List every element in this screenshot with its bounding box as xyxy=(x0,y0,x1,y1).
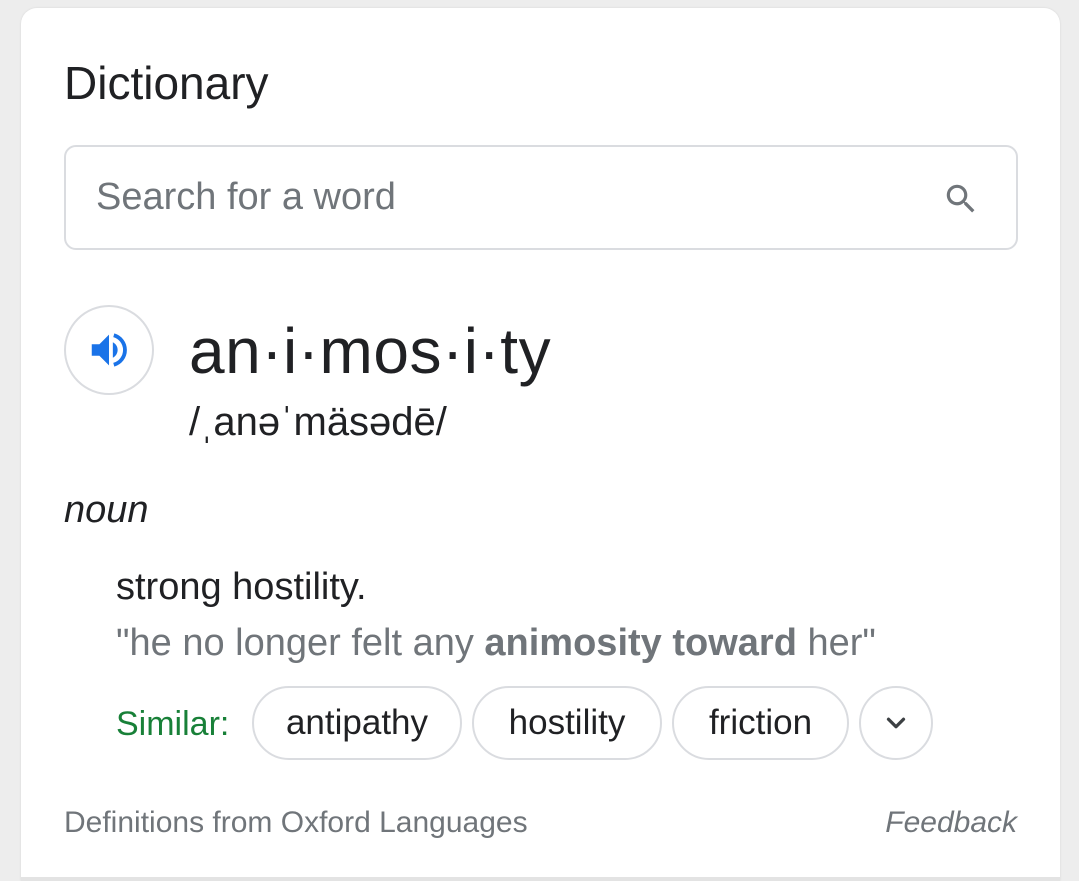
part-of-speech: noun xyxy=(64,489,149,531)
similar-chip-friction[interactable]: friction xyxy=(672,686,849,760)
definitions-source: Definitions from Oxford Languages xyxy=(64,806,528,839)
volume-icon xyxy=(91,333,127,367)
phonetic-spelling: /ˌanəˈmäsədē/ xyxy=(189,400,447,444)
search-input[interactable] xyxy=(96,147,916,248)
definition-text: strong hostility. xyxy=(116,566,367,608)
example-prefix: "he no longer felt any xyxy=(116,622,485,664)
card-divider xyxy=(21,877,1060,881)
search-icon[interactable] xyxy=(942,180,980,218)
example-sentence: "he no longer felt any animosity toward … xyxy=(116,622,876,665)
example-highlight: animosity toward xyxy=(484,622,797,664)
card-title: Dictionary xyxy=(64,57,269,109)
similar-chip-antipathy[interactable]: antipathy xyxy=(252,686,462,760)
feedback-link[interactable]: Feedback xyxy=(885,806,1017,840)
similar-chip-hostility[interactable]: hostility xyxy=(472,686,662,760)
chevron-down-icon xyxy=(886,717,906,729)
dictionary-card: Dictionary an·i·mos·i·ty /ˌanəˈmäsədē/ n… xyxy=(21,8,1060,881)
expand-similar-button[interactable] xyxy=(859,686,933,760)
example-suffix: her" xyxy=(796,622,876,664)
search-box[interactable] xyxy=(64,145,1018,250)
pronunciation-button[interactable] xyxy=(64,305,154,395)
similar-label: Similar: xyxy=(116,705,230,743)
headword: an·i·mos·i·ty xyxy=(189,315,552,387)
